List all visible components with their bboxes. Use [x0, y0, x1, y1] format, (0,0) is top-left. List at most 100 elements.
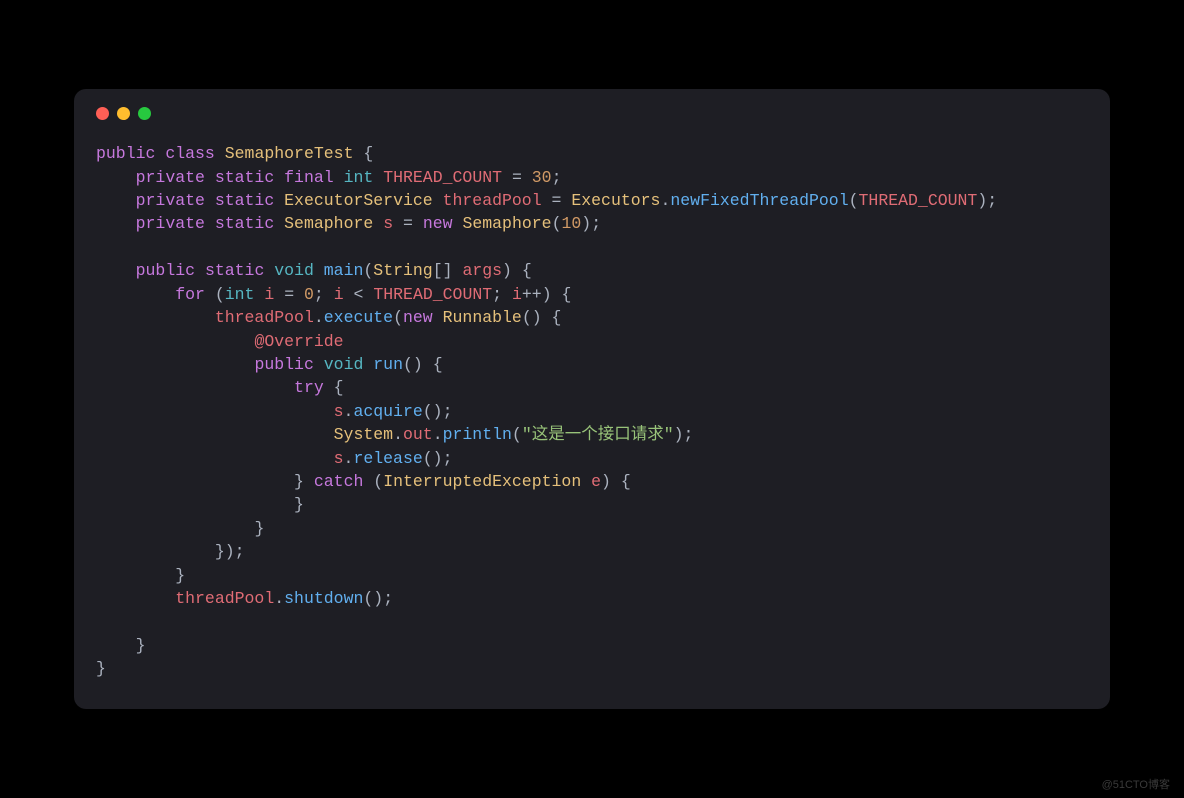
paren: ) [542, 285, 552, 304]
indent [96, 191, 136, 210]
identifier: i [512, 285, 522, 304]
indent [96, 425, 334, 444]
method: main [324, 261, 364, 280]
op: ++ [522, 285, 542, 304]
parens: () [363, 589, 383, 608]
indent [96, 519, 254, 538]
type: ExecutorService [284, 191, 433, 210]
identifier: threadPool [443, 191, 542, 210]
code-block: public class SemaphoreTest { private sta… [96, 142, 1088, 681]
class-name: Semaphore [462, 214, 551, 233]
type: Semaphore [284, 214, 373, 233]
paren: ( [849, 191, 859, 210]
type: String [373, 261, 432, 280]
identifier: i [334, 285, 344, 304]
maximize-icon[interactable] [138, 107, 151, 120]
dot: . [274, 589, 284, 608]
identifier: s [383, 214, 393, 233]
close-icon[interactable] [96, 107, 109, 120]
indent [96, 308, 215, 327]
brace: { [562, 285, 572, 304]
semicolon: ; [987, 191, 997, 210]
keyword: static [215, 168, 274, 187]
semicolon: ; [443, 449, 453, 468]
method: run [373, 355, 403, 374]
method: newFixedThreadPool [670, 191, 848, 210]
class-name: SemaphoreTest [225, 144, 354, 163]
brace: } [294, 495, 304, 514]
paren: ) [601, 472, 611, 491]
number: 10 [561, 214, 581, 233]
type: InterruptedException [383, 472, 581, 491]
parens: () [403, 355, 423, 374]
op: = [552, 191, 562, 210]
op: = [284, 285, 294, 304]
method: println [443, 425, 512, 444]
type: void [324, 355, 364, 374]
paren: ) [674, 425, 684, 444]
dot: . [660, 191, 670, 210]
semicolon: ; [314, 285, 324, 304]
dot: . [314, 308, 324, 327]
constant: THREAD_COUNT [383, 168, 502, 187]
indent [96, 214, 136, 233]
paren: ( [215, 285, 225, 304]
watermark: @51CTO博客 [1102, 776, 1170, 792]
dot: . [393, 425, 403, 444]
dot: . [344, 402, 354, 421]
class-name: System [334, 425, 393, 444]
indent [96, 449, 334, 468]
op: = [512, 168, 522, 187]
paren: ( [373, 472, 383, 491]
paren: ) [581, 214, 591, 233]
brace: { [363, 144, 373, 163]
brace: { [334, 378, 344, 397]
keyword: new [423, 214, 453, 233]
keyword: private [136, 214, 205, 233]
identifier: e [591, 472, 601, 491]
indent [96, 542, 215, 561]
brace: { [552, 308, 562, 327]
semicolon: ; [552, 168, 562, 187]
brace: } [96, 659, 106, 678]
type: int [344, 168, 374, 187]
paren: ( [552, 214, 562, 233]
indent [96, 636, 136, 655]
parens: () [522, 308, 542, 327]
keyword: static [215, 191, 274, 210]
brace: }) [215, 542, 235, 561]
keyword: catch [314, 472, 364, 491]
indent [96, 285, 175, 304]
semicolon: ; [443, 402, 453, 421]
identifier: s [334, 449, 344, 468]
keyword: try [294, 378, 324, 397]
parens: () [423, 402, 443, 421]
keyword: static [205, 261, 264, 280]
identifier: threadPool [215, 308, 314, 327]
param: args [462, 261, 502, 280]
number: 0 [304, 285, 314, 304]
paren: ( [393, 308, 403, 327]
indent [96, 378, 294, 397]
brackets: [] [433, 261, 453, 280]
paren: ( [512, 425, 522, 444]
op: = [403, 214, 413, 233]
semicolon: ; [383, 589, 393, 608]
indent [96, 566, 175, 585]
indent [96, 168, 136, 187]
dot: . [344, 449, 354, 468]
brace: } [175, 566, 185, 585]
type: int [225, 285, 255, 304]
keyword: public [254, 355, 313, 374]
method: execute [324, 308, 393, 327]
indent [96, 589, 175, 608]
indent [96, 472, 294, 491]
indent [96, 495, 294, 514]
minimize-icon[interactable] [117, 107, 130, 120]
constant: THREAD_COUNT [373, 285, 492, 304]
brace: } [136, 636, 146, 655]
brace: { [522, 261, 532, 280]
keyword: public [96, 144, 155, 163]
method: shutdown [284, 589, 363, 608]
paren: ) [977, 191, 987, 210]
